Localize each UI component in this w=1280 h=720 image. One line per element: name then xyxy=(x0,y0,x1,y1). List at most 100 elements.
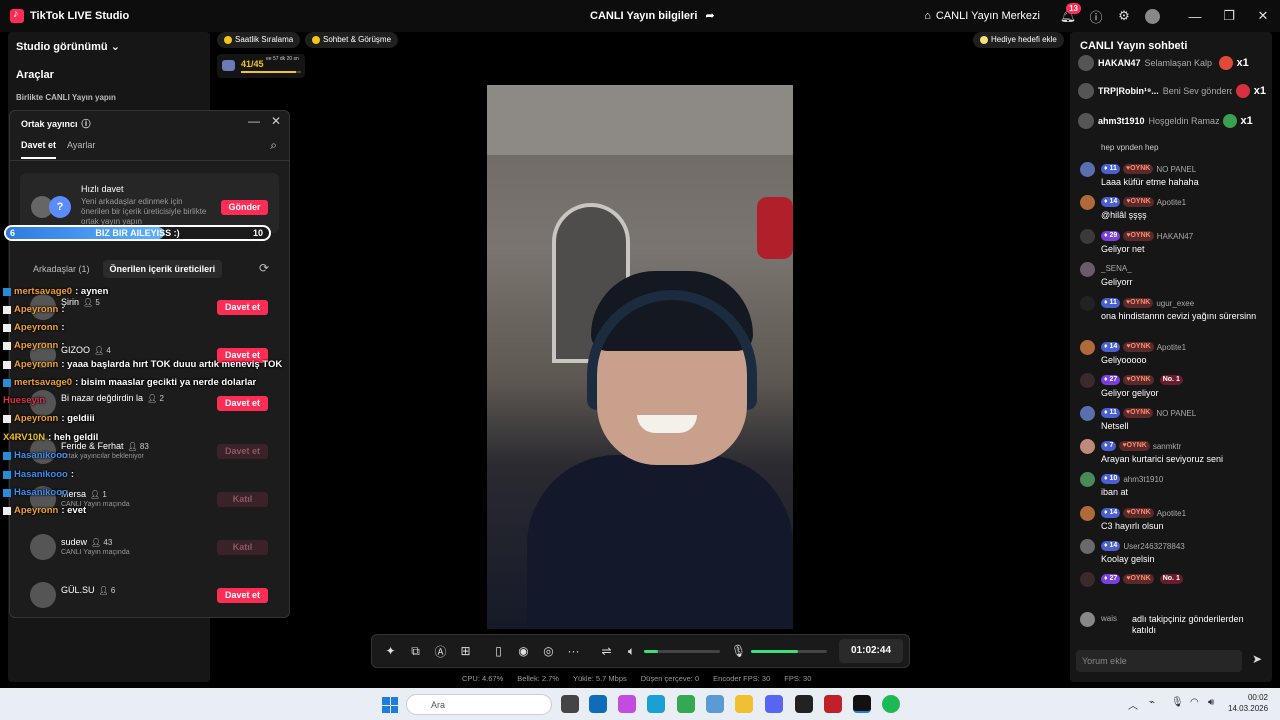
invite-button[interactable]: Katıl xyxy=(217,492,268,507)
fps-stat: FPS: 30 xyxy=(784,674,812,683)
ai-icon[interactable]: Ⓐ xyxy=(428,643,453,660)
wifi-icon[interactable]: ◠ xyxy=(1190,697,1199,708)
level-value: 14 xyxy=(1109,343,1118,350)
app-icon[interactable] xyxy=(795,695,813,713)
chat-meet-pill[interactable]: Sohbet & Görüşme xyxy=(305,32,399,48)
invite-button[interactable]: Davet et xyxy=(217,588,268,603)
task-view-icon[interactable] xyxy=(561,695,579,713)
taskbar-search-input[interactable]: Ara xyxy=(406,694,552,715)
hourly-ranking-pill[interactable]: Saatlik Sıralama xyxy=(217,32,301,48)
close-dialog-button[interactable]: ✕ xyxy=(271,114,281,128)
chat-username[interactable]: NO PANEL xyxy=(1156,165,1196,174)
settings-button[interactable]: ⚙ xyxy=(1110,0,1138,32)
profile-button[interactable] xyxy=(1138,0,1166,32)
send-icon[interactable]: ➤ xyxy=(1252,652,1262,666)
avatar[interactable] xyxy=(1080,572,1095,587)
help-button[interactable]: ⓘ xyxy=(1082,0,1110,32)
media-player-icon[interactable] xyxy=(824,695,842,713)
outlook-icon[interactable] xyxy=(589,695,607,713)
speaker-volume-slider[interactable] xyxy=(644,649,720,653)
overlay-chat-user: Apeyronn xyxy=(14,322,59,333)
avatar[interactable] xyxy=(1080,340,1095,355)
more-icon[interactable]: ··· xyxy=(561,644,586,658)
magic-wand-icon[interactable]: ✦ xyxy=(378,644,403,658)
chevron-up-icon[interactable]: ︿ xyxy=(1128,697,1138,712)
overlay-chat-user: Apeyronn xyxy=(14,340,59,351)
speaker-icon[interactable]: 🔈︎ xyxy=(619,644,644,659)
chat-username[interactable]: Apotite1 xyxy=(1157,343,1186,352)
tab-friends[interactable]: Arkadaşlar (1) xyxy=(26,260,97,278)
discord-icon[interactable] xyxy=(765,695,783,713)
badge-icon xyxy=(3,287,11,296)
record-icon[interactable]: ◉ xyxy=(511,644,536,658)
avatar[interactable] xyxy=(1080,506,1095,521)
chat-username[interactable]: HAKAN47 xyxy=(1157,232,1193,241)
live-info-button[interactable]: CANLI Yayın bilgileri ➦ xyxy=(590,9,715,23)
chat-username[interactable]: sanmktr xyxy=(1153,442,1181,451)
microphone-icon[interactable]: 🎙︎ xyxy=(726,644,751,658)
avatar[interactable] xyxy=(1080,262,1095,277)
chat-username[interactable]: ahm3t1910 xyxy=(1123,475,1163,484)
avatar[interactable] xyxy=(1080,162,1095,177)
network-icon[interactable]: ⌁ xyxy=(1149,697,1155,708)
windows-start-icon[interactable] xyxy=(382,697,398,713)
avatar[interactable] xyxy=(1080,472,1095,487)
spotify-icon[interactable] xyxy=(882,695,900,713)
minimize-dialog-button[interactable]: — xyxy=(248,114,260,128)
tiktok-live-studio-icon[interactable] xyxy=(853,695,871,713)
tab-settings[interactable]: Ayarlar xyxy=(67,140,95,159)
together-live-label: Birlikte CANLI Yayın yapın xyxy=(16,93,116,102)
app-name: TikTok LIVE Studio xyxy=(30,10,130,22)
mic-volume-slider[interactable] xyxy=(751,649,827,653)
chat-username[interactable]: Apotite1 xyxy=(1157,509,1186,518)
microphone-tray-icon[interactable]: 🎙︎ xyxy=(1171,697,1184,708)
close-button[interactable]: ✕ xyxy=(1246,0,1280,32)
avatar[interactable] xyxy=(1080,439,1095,454)
partial-message-text: hep vpnden hep xyxy=(1101,143,1159,152)
search-icon[interactable]: ⌕ xyxy=(270,138,277,153)
comment-input[interactable]: Yorum ekle xyxy=(1076,650,1242,672)
chat-username[interactable]: User2463278843 xyxy=(1123,542,1184,551)
invite-button[interactable]: Katıl xyxy=(217,540,268,555)
help-icon[interactable]: ⓘ xyxy=(82,117,91,130)
avatar[interactable] xyxy=(1080,229,1095,244)
send-button[interactable]: Gönder xyxy=(221,200,268,215)
chat-username[interactable]: _SENA_ xyxy=(1101,264,1132,273)
chat-username[interactable]: NO PANEL xyxy=(1156,409,1196,418)
avatar[interactable] xyxy=(1080,195,1095,210)
overlay-chat-line: Hasanikooo xyxy=(3,487,71,498)
avatar[interactable] xyxy=(1080,406,1095,421)
tab-suggested-creators[interactable]: Önerilen içerik üreticileri xyxy=(102,260,223,278)
chat-username[interactable]: Apotite1 xyxy=(1157,198,1186,207)
invite-button[interactable]: Davet et xyxy=(217,396,268,411)
live-center-button[interactable]: ⌂ CANLI Yayın Merkezi xyxy=(924,10,1040,22)
add-source-icon[interactable]: ⧉ xyxy=(403,644,428,659)
chat-username[interactable]: ugur_exee xyxy=(1156,299,1194,308)
add-scene-icon[interactable]: ⊞ xyxy=(453,644,478,658)
phone-icon[interactable]: ▯ xyxy=(486,644,511,658)
gift-goal-pill[interactable]: Hediye hedefi ekle xyxy=(973,32,1064,48)
avatar[interactable] xyxy=(1080,296,1095,311)
refresh-icon[interactable]: ⟳ xyxy=(259,261,269,275)
volume-icon[interactable]: 🔊︎ xyxy=(1208,697,1214,708)
invite-button[interactable]: Davet et xyxy=(217,444,268,459)
minimize-button[interactable]: — xyxy=(1178,0,1212,32)
studio-view-dropdown[interactable]: Studio görünümü ⌄ xyxy=(16,40,120,53)
edge-icon[interactable] xyxy=(647,695,665,713)
avatar[interactable] xyxy=(1080,373,1095,388)
maximize-button[interactable]: ❐ xyxy=(1212,0,1246,32)
notifications-button[interactable]: 🔔︎ 13 xyxy=(1054,0,1082,32)
tab-invite[interactable]: Davet et xyxy=(21,140,57,159)
fan-club-name: OYNK xyxy=(1130,409,1151,416)
copilot-icon[interactable] xyxy=(618,695,636,713)
level-badge: ♦ 27 xyxy=(1101,574,1121,584)
settings-app-icon[interactable] xyxy=(706,695,724,713)
taskbar-clock[interactable]: 00:02 14.03.2026 xyxy=(1228,692,1268,714)
avatar[interactable] xyxy=(1080,539,1095,554)
camera-effect-icon[interactable]: ◎ xyxy=(536,644,561,658)
bulb-icon xyxy=(980,36,988,44)
mixer-icon[interactable]: ⇌ xyxy=(594,644,619,658)
invite-button[interactable]: Davet et xyxy=(217,300,268,315)
chrome-icon[interactable] xyxy=(677,695,695,713)
file-explorer-icon[interactable] xyxy=(735,695,753,713)
